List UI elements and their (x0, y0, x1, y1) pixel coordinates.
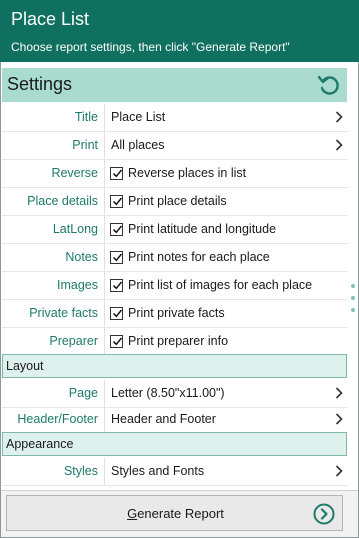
place-details-row: Place details Print place details (2, 188, 347, 216)
print-row[interactable]: Print All places (2, 132, 347, 160)
scroll-grip-dot (351, 296, 355, 300)
title-value[interactable]: Place List (104, 104, 347, 131)
chevron-right-icon[interactable] (335, 412, 343, 426)
appearance-section-header: Appearance (2, 432, 347, 456)
scrollbar[interactable] (348, 68, 358, 488)
report-title: Place List (11, 9, 90, 29)
latlong-checkbox[interactable] (110, 223, 123, 236)
reverse-label: Reverse (51, 166, 98, 180)
notes-row: Notes Print notes for each place (2, 244, 347, 272)
images-label: Images (57, 278, 98, 292)
report-subtitle: Choose report settings, then click "Gene… (11, 40, 290, 54)
private-facts-label: Private facts (29, 306, 98, 320)
scroll-grip-dot (351, 284, 355, 288)
preparer-checkbox[interactable] (110, 335, 123, 348)
refresh-icon[interactable] (317, 73, 341, 97)
layout-section-header: Layout (2, 354, 347, 378)
notes-checkbox-label[interactable]: Print notes for each place (128, 244, 270, 271)
page-row[interactable]: Page Letter (8.50"x11.00") (2, 380, 347, 408)
page-label: Page (68, 386, 98, 400)
chevron-right-icon[interactable] (335, 386, 343, 400)
reverse-checkbox-label[interactable]: Reverse places in list (128, 160, 246, 187)
chevron-right-icon[interactable] (335, 110, 343, 124)
scroll-grip-dot (351, 308, 355, 312)
layout-section-label: Layout (6, 359, 44, 373)
arrow-circle-right-icon (313, 503, 335, 525)
images-checkbox[interactable] (110, 279, 123, 292)
report-header: Place List Choose report settings, then … (0, 0, 359, 62)
header-footer-label: Header/Footer (17, 412, 98, 426)
header-footer-row[interactable]: Header/Footer Header and Footer (2, 406, 347, 434)
reverse-checkbox[interactable] (110, 167, 123, 180)
private-facts-checkbox-label[interactable]: Print private facts (128, 300, 225, 327)
place-details-label: Place details (27, 194, 98, 208)
appearance-section-label: Appearance (6, 437, 74, 451)
title-label: Title (74, 110, 98, 124)
generate-report-label: Generate Report (127, 506, 224, 521)
chevron-right-icon[interactable] (335, 464, 343, 478)
styles-row[interactable]: Styles Styles and Fonts (2, 458, 347, 486)
images-checkbox-label[interactable]: Print list of images for each place (128, 272, 312, 299)
styles-label: Styles (63, 464, 98, 478)
preparer-row: Preparer Print preparer info (2, 328, 347, 356)
latlong-label: LatLong (52, 222, 98, 236)
images-row: Images Print list of images for each pla… (2, 272, 347, 300)
title-row[interactable]: Title Place List (2, 104, 347, 132)
page-value[interactable]: Letter (8.50"x11.00") (104, 380, 347, 407)
print-label: Print (72, 138, 98, 152)
preparer-checkbox-label[interactable]: Print preparer info (128, 328, 228, 355)
header-footer-value[interactable]: Header and Footer (104, 406, 347, 433)
styles-value[interactable]: Styles and Fonts (104, 458, 347, 485)
generate-report-button[interactable]: Generate Report (6, 495, 343, 531)
chevron-right-icon[interactable] (335, 138, 343, 152)
preparer-label: Preparer (49, 334, 98, 348)
settings-heading: Settings (7, 74, 73, 94)
latlong-checkbox-label[interactable]: Print latitude and longitude (128, 216, 276, 243)
notes-label: Notes (65, 250, 98, 264)
latlong-row: LatLong Print latitude and longitude (2, 216, 347, 244)
notes-checkbox[interactable] (110, 251, 123, 264)
private-facts-row: Private facts Print private facts (2, 300, 347, 328)
print-value[interactable]: All places (104, 132, 347, 159)
private-facts-checkbox[interactable] (110, 307, 123, 320)
place-details-checkbox[interactable] (110, 195, 123, 208)
place-details-checkbox-label[interactable]: Print place details (128, 188, 227, 215)
settings-bar: Settings (2, 68, 347, 102)
reverse-row: Reverse Reverse places in list (2, 160, 347, 188)
